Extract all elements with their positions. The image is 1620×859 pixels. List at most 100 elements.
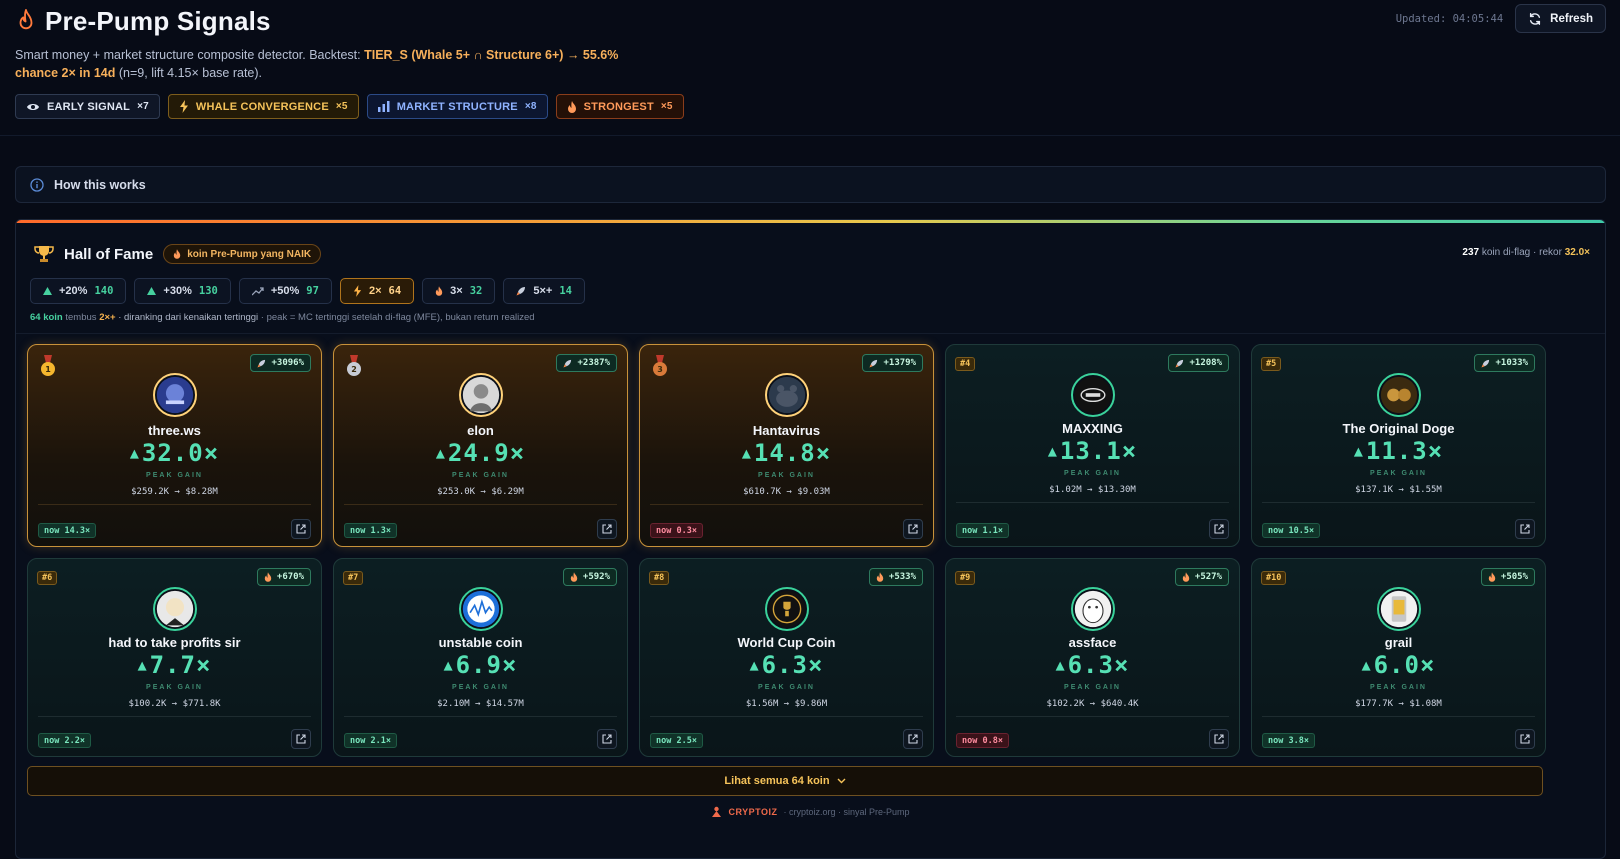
external-link-icon (1214, 524, 1224, 534)
external-link-button[interactable] (903, 729, 923, 749)
filter-count: 130 (198, 285, 218, 297)
filter-count: 140 (94, 285, 114, 297)
subtitle-lead: Smart money + market structure composite… (15, 48, 365, 62)
gain-value: +670% (276, 572, 304, 582)
filter-3x[interactable]: 3× 32 (422, 278, 496, 304)
peak-gain: ▲32.0× (28, 439, 321, 467)
peak-gain-label: PEAK GAIN (146, 684, 203, 691)
external-link-button[interactable] (903, 519, 923, 539)
external-link-button[interactable] (291, 729, 311, 749)
coin-card[interactable]: #5 +1033% The Original Doge ▲11.3× PEAK … (1251, 344, 1546, 547)
gain-badge: +1379% (862, 354, 923, 372)
gain-badge: +527% (1174, 568, 1229, 586)
external-link-icon (602, 524, 612, 534)
coin-card[interactable]: #4 +1208% MAXXING ▲13.1× PEAK GAIN $1.02… (945, 344, 1240, 547)
filter-2x[interactable]: 2× 64 (339, 278, 415, 304)
triangle-up-icon: ▲ (749, 656, 760, 674)
now-multiplier: now 0.3× (650, 523, 703, 538)
coin-card[interactable]: #8 +533% World Cup Coin ▲6.3× PEAK GAIN … (639, 558, 934, 757)
card-divider (956, 716, 1229, 717)
card-divider (1262, 502, 1535, 503)
trophy-icon (34, 246, 54, 262)
stat-mid: koin di-flag · rekor (1479, 247, 1565, 258)
coin-avatar (1376, 373, 1421, 417)
market-cap-range: $177.7K → $1.08M (1355, 699, 1442, 709)
how-this-works-toggle[interactable]: How this works (15, 166, 1606, 203)
brand-logo-icon (712, 806, 722, 817)
flame-small-icon (570, 572, 578, 582)
triangle-up-icon: ▲ (1361, 656, 1372, 674)
rocket-icon (869, 359, 878, 368)
chip-whale-convergence[interactable]: WHALE CONVERGENCE ×5 (167, 94, 359, 119)
gain-value: +2387% (577, 358, 610, 368)
external-link-button[interactable] (597, 729, 617, 749)
coin-card[interactable]: 3 +1379% Hantavirus ▲14.8× PEAK GAIN $61… (639, 344, 934, 547)
flame-small-icon (876, 572, 884, 582)
external-link-button[interactable] (1515, 729, 1535, 749)
refresh-button[interactable]: Refresh (1515, 4, 1606, 33)
updated-timestamp: Updated: 04:05:44 (1395, 12, 1504, 25)
card-divider (38, 716, 311, 717)
market-cap-range: $610.7K → $9.03M (743, 487, 830, 497)
external-link-icon (296, 524, 306, 534)
coin-name: The Original Doge (1342, 421, 1455, 436)
coin-card[interactable]: 2 +2387% elon ▲24.9× PEAK GAIN $253.0K →… (333, 344, 628, 547)
peak-value: 6.3× (1067, 651, 1130, 679)
external-link-button[interactable] (1209, 519, 1229, 539)
signal-chips: EARLY SIGNAL ×7 WHALE CONVERGENCE ×5 MAR… (15, 94, 1605, 119)
filter-20pct[interactable]: +20% 140 (30, 278, 127, 304)
chip-early-signal[interactable]: EARLY SIGNAL ×7 (15, 94, 160, 119)
chevron-down-icon (837, 778, 846, 784)
coin-card[interactable]: #6 +670% had to take profits sir ▲7.7× P… (27, 558, 322, 757)
rank-tag: #5 (1261, 357, 1282, 371)
external-link-icon (1214, 734, 1224, 744)
see-all-button[interactable]: Lihat semua 64 koin (27, 766, 1543, 796)
chip-market-structure[interactable]: MARKET STRUCTURE ×8 (366, 94, 548, 119)
gain-value: +592% (582, 572, 610, 582)
flame-small-icon (173, 249, 181, 259)
peak-gain-label: PEAK GAIN (1064, 684, 1121, 691)
peak-gain: ▲6.9× (334, 651, 627, 679)
peak-gain-label: PEAK GAIN (758, 472, 815, 479)
flame-small-icon (435, 286, 443, 296)
coin-card[interactable]: #10 +505% grail ▲6.0× PEAK GAIN $177.7K … (1251, 558, 1546, 757)
peak-gain-label: PEAK GAIN (1064, 470, 1121, 477)
triangle-up-icon: ▲ (129, 444, 140, 462)
now-multiplier: now 2.2× (38, 733, 91, 748)
triangle-up-icon (147, 287, 157, 295)
filter-5x[interactable]: 5×+ 14 (503, 278, 585, 304)
info-icon (30, 177, 44, 192)
external-link-button[interactable] (1209, 729, 1229, 749)
external-link-icon (908, 524, 918, 534)
bar-chart-icon (377, 101, 390, 112)
coin-card[interactable]: #7 +592% unstable coin ▲6.9× PEAK GAIN $… (333, 558, 628, 757)
external-link-button[interactable] (291, 519, 311, 539)
market-cap-range: $137.1K → $1.55M (1355, 485, 1442, 495)
chip-label: MARKET STRUCTURE (396, 100, 518, 113)
coin-card[interactable]: 1 +3096% three.ws ▲32.0× PEAK GAIN $259.… (27, 344, 322, 547)
rocket-icon (1175, 359, 1184, 368)
rank-tag: #9 (955, 571, 976, 585)
external-link-button[interactable] (1515, 519, 1535, 539)
filter-30pct[interactable]: +30% 130 (134, 278, 231, 304)
external-link-button[interactable] (597, 519, 617, 539)
coin-card[interactable]: #9 +527% assface ▲6.3× PEAK GAIN $102.2K… (945, 558, 1240, 757)
rank-tag: #7 (343, 571, 364, 585)
triangle-up-icon: ▲ (1353, 442, 1364, 460)
eye-icon (27, 103, 39, 110)
hof-title: Hall of Fame (64, 245, 154, 263)
chip-count: ×5 (335, 101, 348, 112)
market-cap-range: $1.02M → $13.30M (1049, 485, 1136, 495)
triangle-up-icon: ▲ (443, 656, 454, 674)
chip-strongest[interactable]: STRONGEST ×5 (555, 94, 684, 119)
page-subtitle: Smart money + market structure composite… (15, 46, 635, 82)
peak-value: 6.9× (455, 651, 518, 679)
peak-value: 13.1× (1059, 437, 1138, 465)
peak-gain: ▲6.0× (1252, 651, 1545, 679)
coin-avatar (458, 373, 503, 417)
card-divider (344, 504, 617, 505)
filter-50pct[interactable]: +50% 97 (238, 278, 332, 304)
medal-icon: 2 (347, 355, 361, 376)
now-multiplier: now 2.1× (344, 733, 397, 748)
now-multiplier: now 1.1× (956, 523, 1009, 538)
